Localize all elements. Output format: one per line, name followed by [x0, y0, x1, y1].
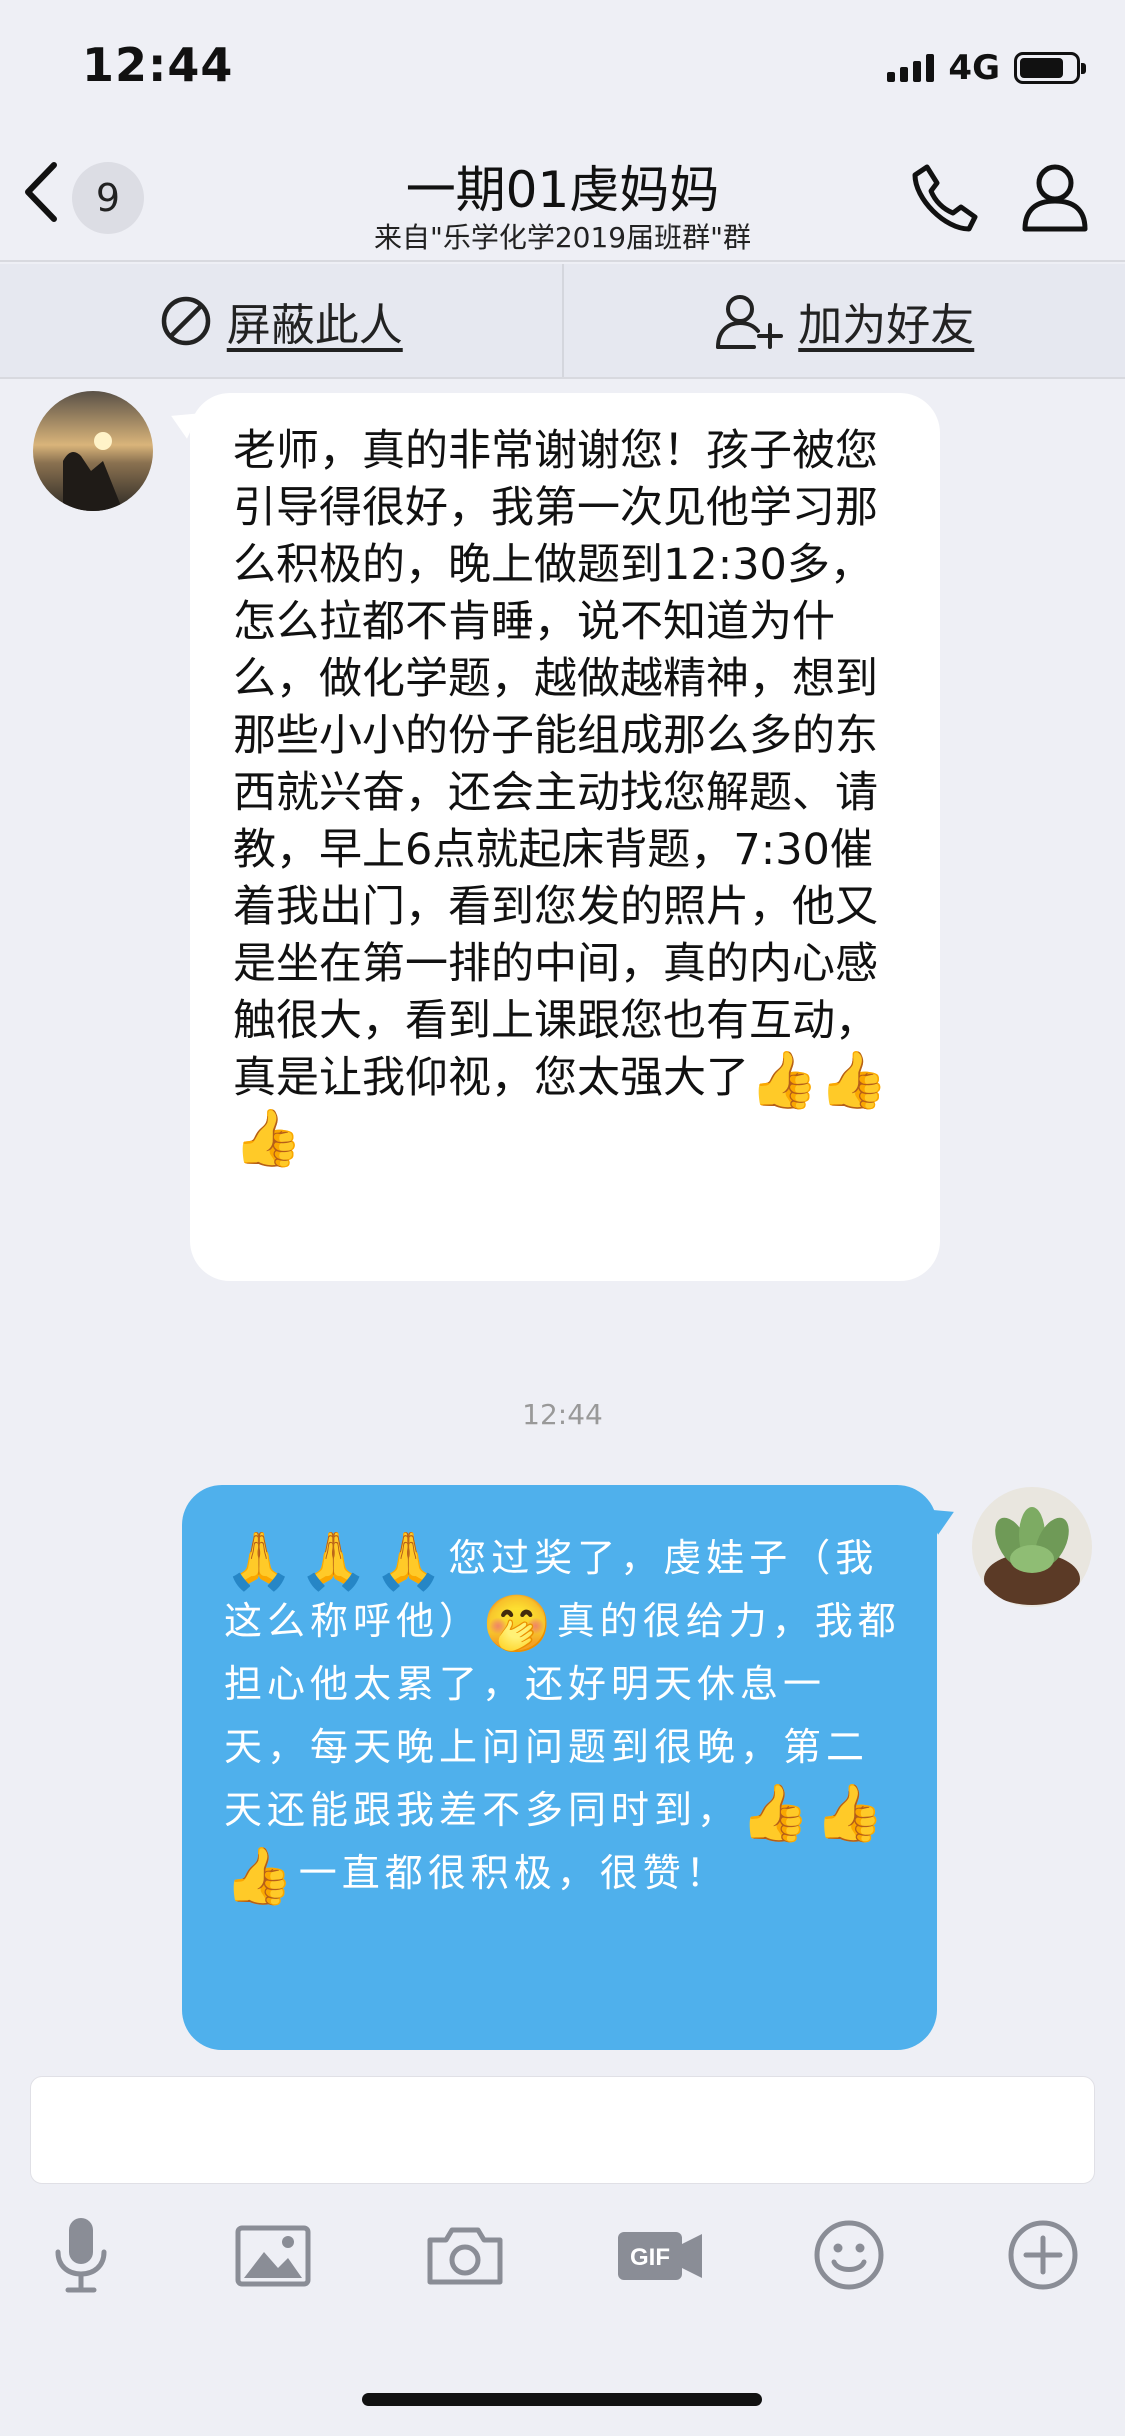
message-timestamp: 12:44: [522, 1398, 603, 1431]
incoming-message-bubble[interactable]: 老师，真的非常谢谢您！孩子被您引导得很好，我第一次见他学习那么积极的，晚上做题到…: [190, 393, 940, 1281]
status-time: 12:44: [82, 38, 234, 92]
gif-label: GIF: [630, 2244, 670, 2271]
camera-button[interactable]: [420, 2210, 510, 2300]
status-bar: 12:44 4G: [0, 0, 1125, 132]
plus-icon: [1008, 2220, 1078, 2290]
gif-icon: GIF: [618, 2232, 702, 2280]
incoming-message-text: 老师，真的非常谢谢您！孩子被您引导得很好，我第一次见他学习那么积极的，晚上做题到…: [233, 423, 900, 1167]
thumbs-up-icon: 👍: [233, 1106, 303, 1171]
person-icon: [1022, 164, 1088, 232]
pray-icon: 🙏: [298, 1528, 374, 1594]
succulent-avatar-image: [972, 1487, 1092, 1607]
my-avatar[interactable]: [972, 1487, 1092, 1607]
add-friend-button[interactable]: 加为好友: [561, 264, 1125, 377]
home-indicator[interactable]: [362, 2393, 762, 2406]
emoji-button[interactable]: [804, 2210, 894, 2300]
pray-icon: 🙏: [373, 1528, 449, 1594]
profile-button[interactable]: [1015, 157, 1095, 237]
image-icon: [235, 2225, 311, 2287]
message-input[interactable]: [30, 2076, 1095, 2184]
add-friend-icon: [716, 294, 784, 349]
thumbs-up-icon: 👍: [749, 1047, 819, 1113]
network-type: 4G: [948, 48, 1000, 88]
block-icon: [161, 296, 210, 345]
outgoing-message-text: 🙏🙏🙏您过奖了，虔娃子（我这么称呼他）🤭真的很给力，我都担心他太累了，还好明天休…: [224, 1527, 901, 1905]
input-toolbar: GIF: [0, 2210, 1125, 2320]
stranger-action-bar: 屏蔽此人 加为好友: [0, 264, 1125, 379]
more-button[interactable]: [998, 2210, 1088, 2300]
thumbs-up-icon: 👍: [740, 1780, 815, 1846]
camera-icon: [427, 2227, 503, 2285]
hand-over-mouth-icon: 🤭: [482, 1591, 557, 1657]
chat-header: 9 一期01虔妈妈 来自"乐学化学2019届班群"群: [0, 132, 1125, 262]
thumbs-up-icon: 👍: [818, 1047, 889, 1113]
add-friend-label: 加为好友: [798, 299, 975, 351]
image-button[interactable]: [228, 2210, 318, 2300]
sender-avatar[interactable]: [33, 391, 153, 511]
block-user-button[interactable]: 屏蔽此人: [0, 264, 562, 377]
phone-icon: [912, 164, 978, 232]
pray-icon: 🙏: [224, 1528, 299, 1594]
microphone-icon: [55, 2218, 107, 2293]
call-button[interactable]: [905, 157, 985, 237]
voice-button[interactable]: [36, 2210, 126, 2300]
gif-button[interactable]: GIF: [612, 2210, 712, 2300]
outgoing-text-part3: 一直都很积极，很赞！: [298, 1851, 729, 1895]
status-indicators: 4G: [887, 48, 1086, 88]
incoming-message-body: 老师，真的非常谢谢您！孩子被您引导得很好，我第一次见他学习那么积极的，晚上做题到…: [233, 426, 878, 1103]
signal-icon: [887, 54, 935, 82]
block-user-label: 屏蔽此人: [226, 299, 403, 351]
sunset-avatar-image: [33, 391, 153, 511]
outgoing-message-bubble[interactable]: 🙏🙏🙏您过奖了，虔娃子（我这么称呼他）🤭真的很给力，我都担心他太累了，还好明天休…: [182, 1485, 937, 2050]
thumbs-up-icon: 👍: [814, 1780, 890, 1846]
thumbs-up-icon: 👍: [224, 1843, 299, 1909]
battery-icon: [1014, 52, 1086, 84]
emoji-icon: [814, 2220, 884, 2290]
